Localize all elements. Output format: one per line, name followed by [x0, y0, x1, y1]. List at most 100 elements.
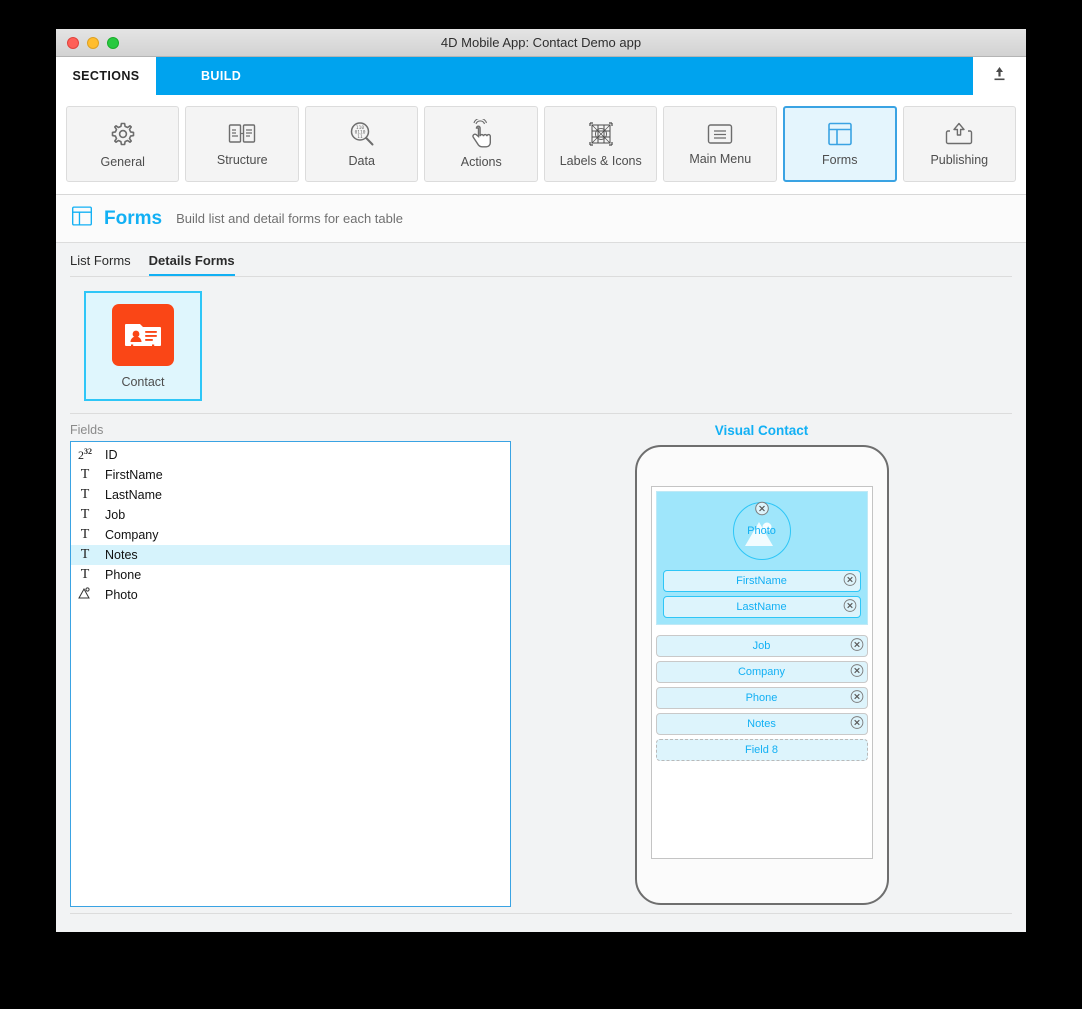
toolbar-item-labels-icons[interactable]: Labels & Icons — [543, 106, 658, 182]
text-icon: T — [80, 467, 90, 482]
preview-field-firstname[interactable]: FirstName — [662, 570, 861, 592]
field-list-item[interactable]: T Job — [71, 505, 510, 525]
field-name: ID — [105, 448, 118, 462]
section-toolbar: General Structure 110 0110 11 Data Actio… — [56, 95, 1026, 195]
preview-field-notes[interactable]: Notes — [655, 713, 868, 735]
contact-card-icon — [112, 303, 174, 366]
field-list-item[interactable]: T LastName — [71, 485, 510, 505]
toolbar-item-publishing[interactable]: Publishing — [902, 106, 1017, 182]
header-body-gap — [656, 625, 868, 631]
forms-layout-icon — [70, 205, 94, 232]
field-name: Photo — [105, 588, 138, 602]
toolbar-item-general[interactable]: General — [65, 106, 180, 182]
delete-circle-icon[interactable] — [850, 664, 864, 681]
field-name: Company — [105, 528, 159, 542]
photo-field[interactable]: Photo — [732, 501, 791, 560]
gear-icon — [108, 119, 138, 149]
forms-editor-body: Fields 232 ID T FirstName T LastName T J… — [56, 414, 1026, 907]
text-icon: T — [80, 547, 90, 562]
detail-header-block[interactable]: Photo FirstName LastName — [655, 491, 868, 625]
footer-divider — [70, 913, 1012, 914]
table-card-list: Contact — [70, 277, 1012, 414]
phone-frame: Photo FirstName LastName Job Company Pho… — [634, 445, 889, 905]
tab-details-forms[interactable]: Details Forms — [148, 253, 235, 277]
text-icon: T — [80, 507, 90, 522]
table-card-label: Contact — [121, 374, 165, 389]
toolbar-item-label: Main Menu — [689, 152, 752, 166]
preview-field-phone[interactable]: Phone — [655, 687, 868, 709]
field-list-item[interactable]: T FirstName — [71, 465, 510, 485]
field-list-item[interactable]: T Phone — [71, 565, 510, 585]
preview-field-placeholder[interactable]: Field 8 — [655, 739, 868, 761]
toolbar-item-structure[interactable]: Structure — [185, 106, 299, 182]
text-icon: T — [80, 527, 90, 542]
field-name: Phone — [105, 568, 142, 582]
delete-circle-icon[interactable] — [843, 599, 857, 616]
tab-sections[interactable]: SECTIONS — [56, 57, 156, 95]
table-card-contact[interactable]: Contact — [84, 291, 202, 401]
form-type-tabs: List Forms Details Forms — [56, 243, 1026, 277]
preview-field-label: Company — [737, 666, 786, 678]
toolbar-item-label: Publishing — [930, 153, 989, 167]
text-icon: T — [80, 487, 90, 502]
toolbar-item-label: Data — [348, 154, 375, 168]
preview-field-label: Field 8 — [744, 744, 779, 756]
toolbar-item-main-menu[interactable]: Main Menu — [663, 106, 777, 182]
field-name: FirstName — [105, 468, 163, 482]
image-icon — [75, 586, 95, 604]
page-title: Forms — [104, 207, 163, 229]
title-bar: 4D Mobile App: Contact Demo app — [56, 29, 1026, 57]
text-icon: T — [80, 567, 90, 582]
tab-list-forms[interactable]: List Forms — [70, 253, 131, 277]
upload-box-icon — [944, 121, 974, 147]
photo-field-label: Photo — [747, 525, 776, 537]
toolbar-item-label: Structure — [216, 153, 268, 167]
preview-panel: Visual Contact Photo FirstName LastName … — [511, 423, 1012, 907]
fields-list[interactable]: 232 ID T FirstName T LastName T Job T Co… — [70, 441, 511, 907]
toolbar-item-forms[interactable]: Forms — [782, 106, 897, 182]
delete-circle-icon[interactable] — [843, 573, 857, 590]
field-name: Notes — [105, 548, 138, 562]
delete-circle-icon[interactable] — [850, 690, 864, 707]
grid-icons-icon — [587, 120, 615, 148]
field-list-item[interactable]: T Notes — [71, 545, 510, 565]
structure-icon — [227, 121, 257, 147]
toolbar-item-label: Actions — [460, 155, 502, 169]
app-window: 4D Mobile App: Contact Demo app SECTIONS… — [56, 29, 1026, 932]
preview-field-job[interactable]: Job — [655, 635, 868, 657]
delete-circle-icon[interactable] — [850, 716, 864, 733]
preview-field-label: LastName — [736, 601, 787, 613]
section-header: Forms Build list and detail forms for ea… — [56, 195, 1026, 243]
photo-field-wrap: Photo — [663, 500, 861, 566]
tab-build[interactable]: BUILD — [156, 57, 973, 95]
tap-hand-icon — [467, 119, 495, 149]
toolbar-item-label: Forms — [822, 153, 858, 167]
field-list-item[interactable]: Photo — [71, 585, 510, 605]
tabs-divider — [70, 276, 1012, 277]
field-name: Job — [105, 508, 126, 522]
page-subtitle: Build list and detail forms for each tab… — [176, 211, 403, 226]
top-tab-bar: SECTIONS BUILD — [56, 57, 1026, 95]
preview-title: Visual Contact — [714, 423, 809, 438]
preview-field-label: FirstName — [736, 575, 787, 587]
toolbar-item-data[interactable]: 110 0110 11 Data — [304, 106, 419, 182]
field-name: LastName — [105, 488, 162, 502]
window-title: 4D Mobile App: Contact Demo app — [440, 35, 642, 50]
toolbar-item-label: General — [100, 155, 145, 169]
field-list-item[interactable]: T Company — [71, 525, 510, 545]
export-button[interactable] — [973, 57, 1026, 95]
toolbar-item-actions[interactable]: Actions — [424, 106, 538, 182]
delete-circle-icon[interactable] — [850, 638, 864, 655]
toolbar-item-label: Labels & Icons — [559, 154, 642, 168]
preview-field-label: Notes — [747, 718, 776, 730]
integer-icon: 232 — [78, 447, 92, 462]
fields-panel: Fields 232 ID T FirstName T LastName T J… — [70, 423, 511, 907]
menu-list-icon — [705, 122, 735, 146]
delete-circle-icon[interactable] — [754, 501, 769, 521]
preview-field-label: Phone — [745, 692, 778, 704]
preview-field-company[interactable]: Company — [655, 661, 868, 683]
upload-icon — [992, 66, 1007, 87]
field-list-item[interactable]: 232 ID — [71, 445, 510, 465]
svg-text:11: 11 — [357, 134, 363, 140]
preview-field-lastname[interactable]: LastName — [662, 596, 861, 618]
